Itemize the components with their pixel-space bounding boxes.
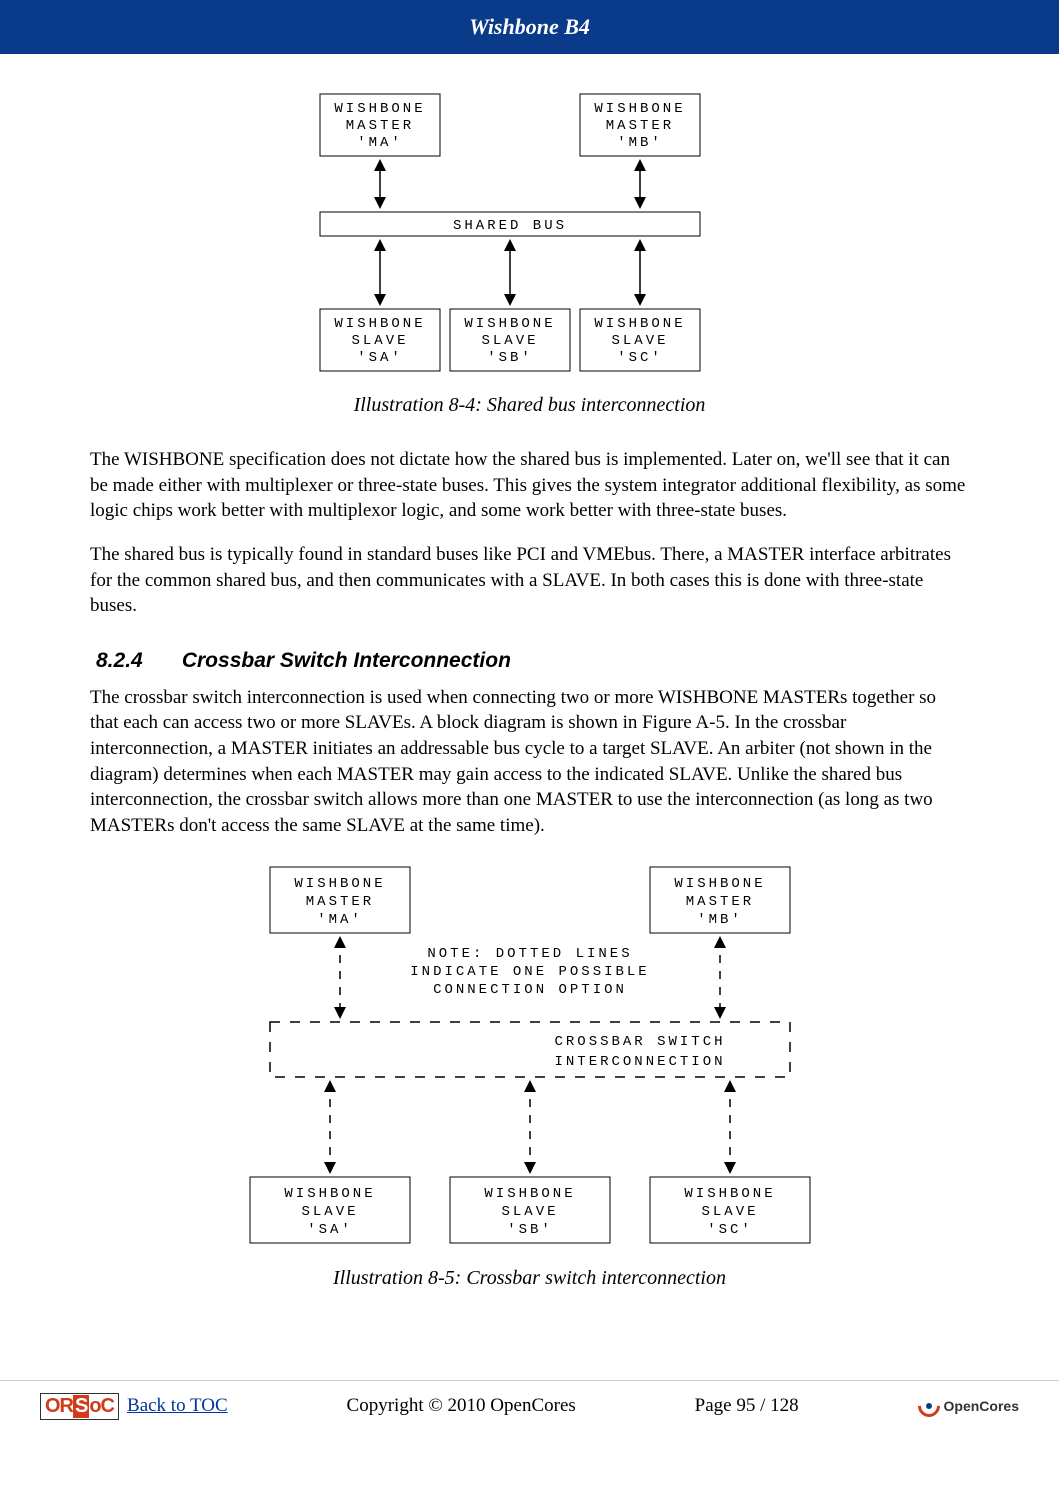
svg-text:CONNECTION OPTION: CONNECTION OPTION <box>433 982 627 998</box>
svg-text:'SC': 'SC' <box>617 350 663 366</box>
svg-text:WISHBONE: WISHBONE <box>684 1186 775 1202</box>
opencores-logo: OpenCores <box>918 1395 1019 1417</box>
paragraph-1: The WISHBONE specification does not dict… <box>90 447 969 524</box>
section-number: 8.2.4 <box>96 649 176 673</box>
svg-text:WISHBONE: WISHBONE <box>484 1186 575 1202</box>
svg-text:INTERCONNECTION: INTERCONNECTION <box>554 1054 725 1070</box>
figure-8-5: WISHBONE MASTER 'MA' WISHBONE MASTER 'MB… <box>90 857 969 1257</box>
svg-text:'SB': 'SB' <box>487 350 533 366</box>
svg-text:CROSSBAR SWITCH: CROSSBAR SWITCH <box>554 1034 725 1050</box>
svg-text:WISHBONE: WISHBONE <box>284 1186 375 1202</box>
svg-text:SLAVE: SLAVE <box>351 333 408 349</box>
footer-page-number: Page 95 / 128 <box>695 1395 799 1417</box>
back-to-toc-link[interactable]: Back to TOC <box>127 1395 228 1417</box>
svg-text:MASTER: MASTER <box>305 894 373 910</box>
page-content: WISHBONE MASTER 'MA' WISHBONE MASTER 'MB… <box>0 54 1059 1340</box>
svg-text:WISHBONE: WISHBONE <box>594 316 685 332</box>
svg-text:MASTER: MASTER <box>345 118 413 134</box>
section-title: Crossbar Switch Interconnection <box>182 649 511 672</box>
svg-text:WISHBONE: WISHBONE <box>334 316 425 332</box>
svg-text:INDICATE ONE POSSIBLE: INDICATE ONE POSSIBLE <box>410 964 649 980</box>
opencores-icon <box>918 1395 940 1417</box>
svg-text:'MB': 'MB' <box>697 912 743 928</box>
paragraph-3: The crossbar switch interconnection is u… <box>90 685 969 839</box>
svg-text:SLAVE: SLAVE <box>701 1204 758 1220</box>
svg-text:WISHBONE: WISHBONE <box>594 101 685 117</box>
svg-text:WISHBONE: WISHBONE <box>294 876 385 892</box>
svg-text:WISHBONE: WISHBONE <box>464 316 555 332</box>
figure-8-4-caption: Illustration 8-4: Shared bus interconnec… <box>90 394 969 417</box>
svg-text:'SB': 'SB' <box>507 1222 553 1238</box>
page-header: Wishbone B4 <box>0 0 1059 54</box>
page-footer: ORSoC Back to TOC Copyright © 2010 OpenC… <box>0 1380 1059 1432</box>
svg-text:SLAVE: SLAVE <box>301 1204 358 1220</box>
svg-text:'SA': 'SA' <box>357 350 403 366</box>
opencores-label: OpenCores <box>944 1398 1019 1414</box>
svg-text:'MB': 'MB' <box>617 135 663 151</box>
orsoc-logo: ORSoC <box>40 1393 119 1420</box>
figure-8-5-caption: Illustration 8-5: Crossbar switch interc… <box>90 1267 969 1290</box>
svg-text:MASTER: MASTER <box>605 118 673 134</box>
svg-text:'MA': 'MA' <box>357 135 403 151</box>
header-title: Wishbone B4 <box>469 14 590 39</box>
footer-left: ORSoC Back to TOC <box>40 1393 228 1420</box>
svg-text:SHARED BUS: SHARED BUS <box>452 218 566 234</box>
svg-text:SLAVE: SLAVE <box>481 333 538 349</box>
svg-text:SLAVE: SLAVE <box>501 1204 558 1220</box>
figure-8-4: WISHBONE MASTER 'MA' WISHBONE MASTER 'MB… <box>90 84 969 384</box>
svg-text:MASTER: MASTER <box>685 894 753 910</box>
paragraph-2: The shared bus is typically found in sta… <box>90 542 969 619</box>
svg-text:WISHBONE: WISHBONE <box>674 876 765 892</box>
svg-text:'MA': 'MA' <box>317 912 363 928</box>
svg-text:'SA': 'SA' <box>307 1222 353 1238</box>
svg-text:WISHBONE: WISHBONE <box>334 101 425 117</box>
svg-text:SLAVE: SLAVE <box>611 333 668 349</box>
svg-text:'SC': 'SC' <box>707 1222 753 1238</box>
footer-copyright: Copyright © 2010 OpenCores <box>347 1395 576 1417</box>
section-heading: 8.2.4 Crossbar Switch Interconnection <box>96 649 969 673</box>
svg-text:NOTE: DOTTED LINES: NOTE: DOTTED LINES <box>427 946 632 962</box>
